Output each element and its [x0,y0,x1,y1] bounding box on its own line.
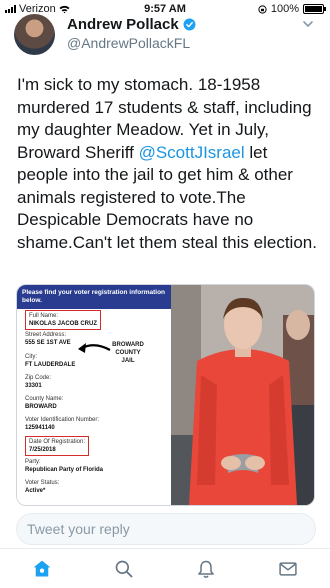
bottom-tab-bar [0,548,330,588]
field-value: Republican Party of Florida [25,467,104,473]
voter-registration-form: Please find your voter registration info… [17,285,171,505]
field-value: 7/25/2018 [29,447,56,453]
field-label: Party: [25,459,41,465]
field-value: Active* [25,488,46,494]
author-name-row: Andrew Pollack [67,16,196,33]
form-header: Please find your voter registration info… [17,285,171,309]
field-county-name: County Name: BROWARD [25,395,63,411]
courtroom-photo [171,285,314,505]
author-handle[interactable]: @AndrewPollackFL [67,35,190,51]
tweet-header: Andrew Pollack @AndrewPollackFL [14,14,314,56]
field-street-address: Street Address: 555 SE 1ST AVE [25,331,71,347]
avatar[interactable] [14,14,55,55]
field-label: County Name: [25,396,64,402]
reply-input[interactable]: Tweet your reply [16,513,316,545]
mention-link[interactable]: @ScottJIsrael [139,143,245,162]
field-voter-status: Voter Status: Active* [25,479,59,495]
field-value: 33301 [25,383,42,389]
field-full-name: Full Name: NIKOLAS JACOB CRUZ [25,310,102,330]
field-value: FT LAUDERDALE [25,362,76,368]
field-label: Voter Status: [25,480,60,486]
field-label: Street Address: [25,332,67,338]
author-name[interactable]: Andrew Pollack [67,16,179,33]
field-label: Full Name: [29,313,59,319]
field-label: Date Of Registration: [29,439,86,445]
field-party: Party: Republican Party of Florida [25,458,103,474]
defendant-photo-image [171,285,314,505]
notifications-icon[interactable] [196,559,216,579]
field-value: 555 SE 1ST AVE [25,340,71,346]
field-zip-code: Zip Code: 33301 [25,374,51,390]
tweet-media[interactable]: Please find your voter registration info… [16,284,315,506]
field-label: City: [25,354,37,360]
reply-placeholder: Tweet your reply [27,521,130,537]
verified-badge-icon [183,18,196,31]
field-value: 125941140 [25,425,55,431]
field-registration-date: Date Of Registration: 7/25/2018 [25,436,90,456]
field-voter-id: Voter Identification Number: 125941140 [25,416,99,432]
tweet-text: I'm sick to my stomach. 18-1958 murdered… [17,74,317,254]
messages-icon[interactable] [278,559,298,579]
battery-icon [303,4,326,14]
rotation-lock-icon [258,4,267,14]
field-city: City: FT LAUDERDALE [25,353,75,369]
field-value: BROWARD [25,404,57,410]
field-value: NIKOLAS JACOB CRUZ [29,321,98,327]
annotation-arrow-icon [78,343,111,353]
field-label: Voter Identification Number: [25,417,100,423]
annotation-label: BROWARD COUNTY JAIL [112,342,144,364]
home-icon[interactable] [32,559,52,579]
search-icon[interactable] [114,559,134,579]
field-label: Zip Code: [25,375,52,381]
chevron-down-icon[interactable] [302,18,314,30]
